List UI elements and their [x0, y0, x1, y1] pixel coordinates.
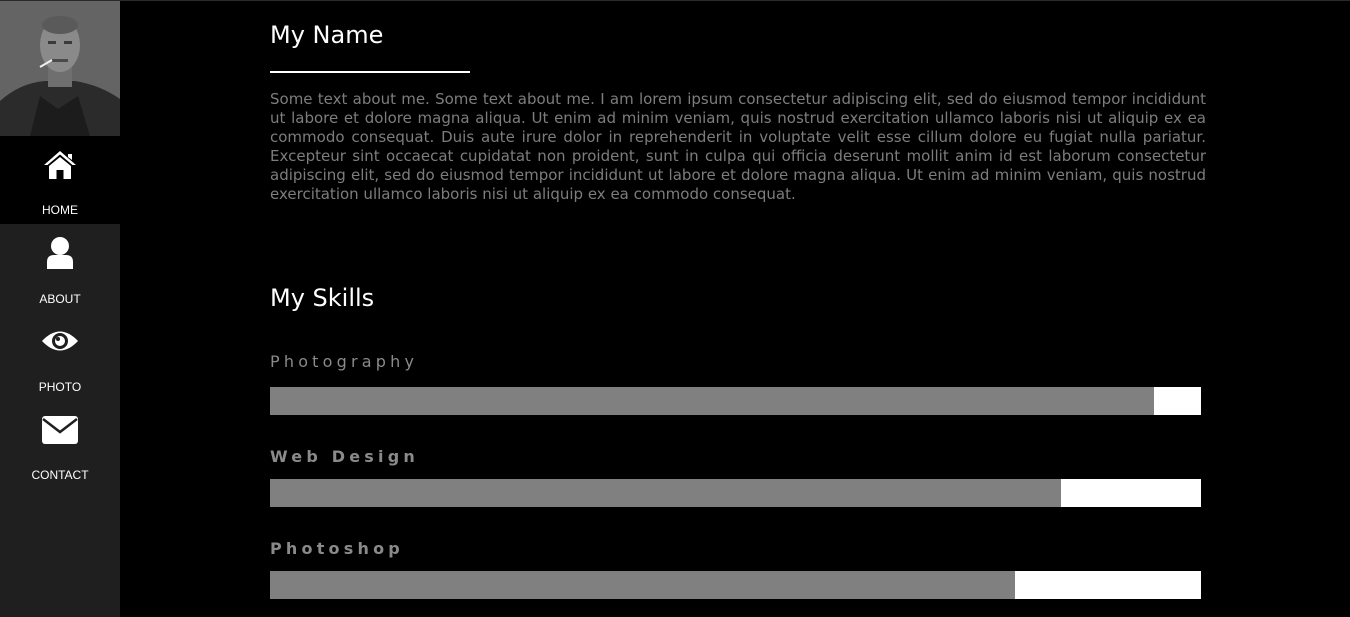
title-divider [270, 71, 470, 73]
sidebar-item-label: PHOTO [38, 380, 82, 394]
avatar [0, 1, 120, 136]
sidebar: HOME ABOUT PHOTO CONTACT [0, 1, 120, 617]
page: HOME ABOUT PHOTO CONTACT My Name Some te… [0, 0, 1350, 617]
sidebar-item-home[interactable]: HOME [0, 136, 120, 224]
eye-icon [0, 328, 120, 354]
sidebar-item-label: HOME [42, 203, 78, 217]
skill-bar-photoshop [270, 571, 1201, 599]
sidebar-item-photo[interactable]: PHOTO [0, 312, 120, 400]
name-title: My Name [270, 21, 384, 49]
skill-name-photography: Photography [270, 352, 419, 371]
sidebar-item-about[interactable]: ABOUT [0, 224, 120, 312]
about-text: Some text about me. Some text about me. … [270, 90, 1206, 203]
sidebar-item-label: ABOUT [39, 292, 81, 306]
skill-name-web-design: Web Design [270, 447, 419, 466]
skill-fill [270, 571, 1015, 599]
user-icon [0, 236, 120, 270]
skill-bar-photography [270, 387, 1201, 415]
sidebar-item-contact[interactable]: CONTACT [0, 400, 120, 488]
home-icon [0, 150, 120, 180]
envelope-icon [0, 415, 120, 445]
skill-fill [270, 387, 1155, 415]
skill-name-photoshop: Photoshop [270, 539, 404, 558]
sidebar-item-label: CONTACT [31, 468, 89, 482]
skills-title: My Skills [270, 284, 375, 312]
skill-fill [270, 479, 1062, 507]
skill-bar-web-design [270, 479, 1201, 507]
